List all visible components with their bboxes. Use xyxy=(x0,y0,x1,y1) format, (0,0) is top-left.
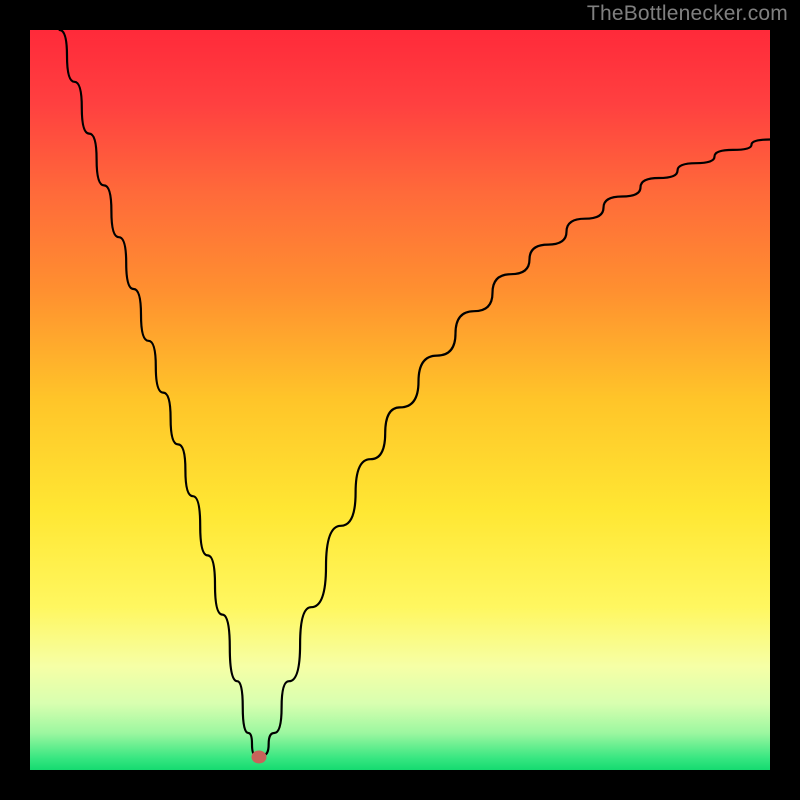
chart-frame: TheBottlenecker.com xyxy=(0,0,800,800)
watermark-text: TheBottlenecker.com xyxy=(587,2,788,26)
plot-background xyxy=(30,30,770,770)
optimal-point-marker xyxy=(252,750,267,763)
